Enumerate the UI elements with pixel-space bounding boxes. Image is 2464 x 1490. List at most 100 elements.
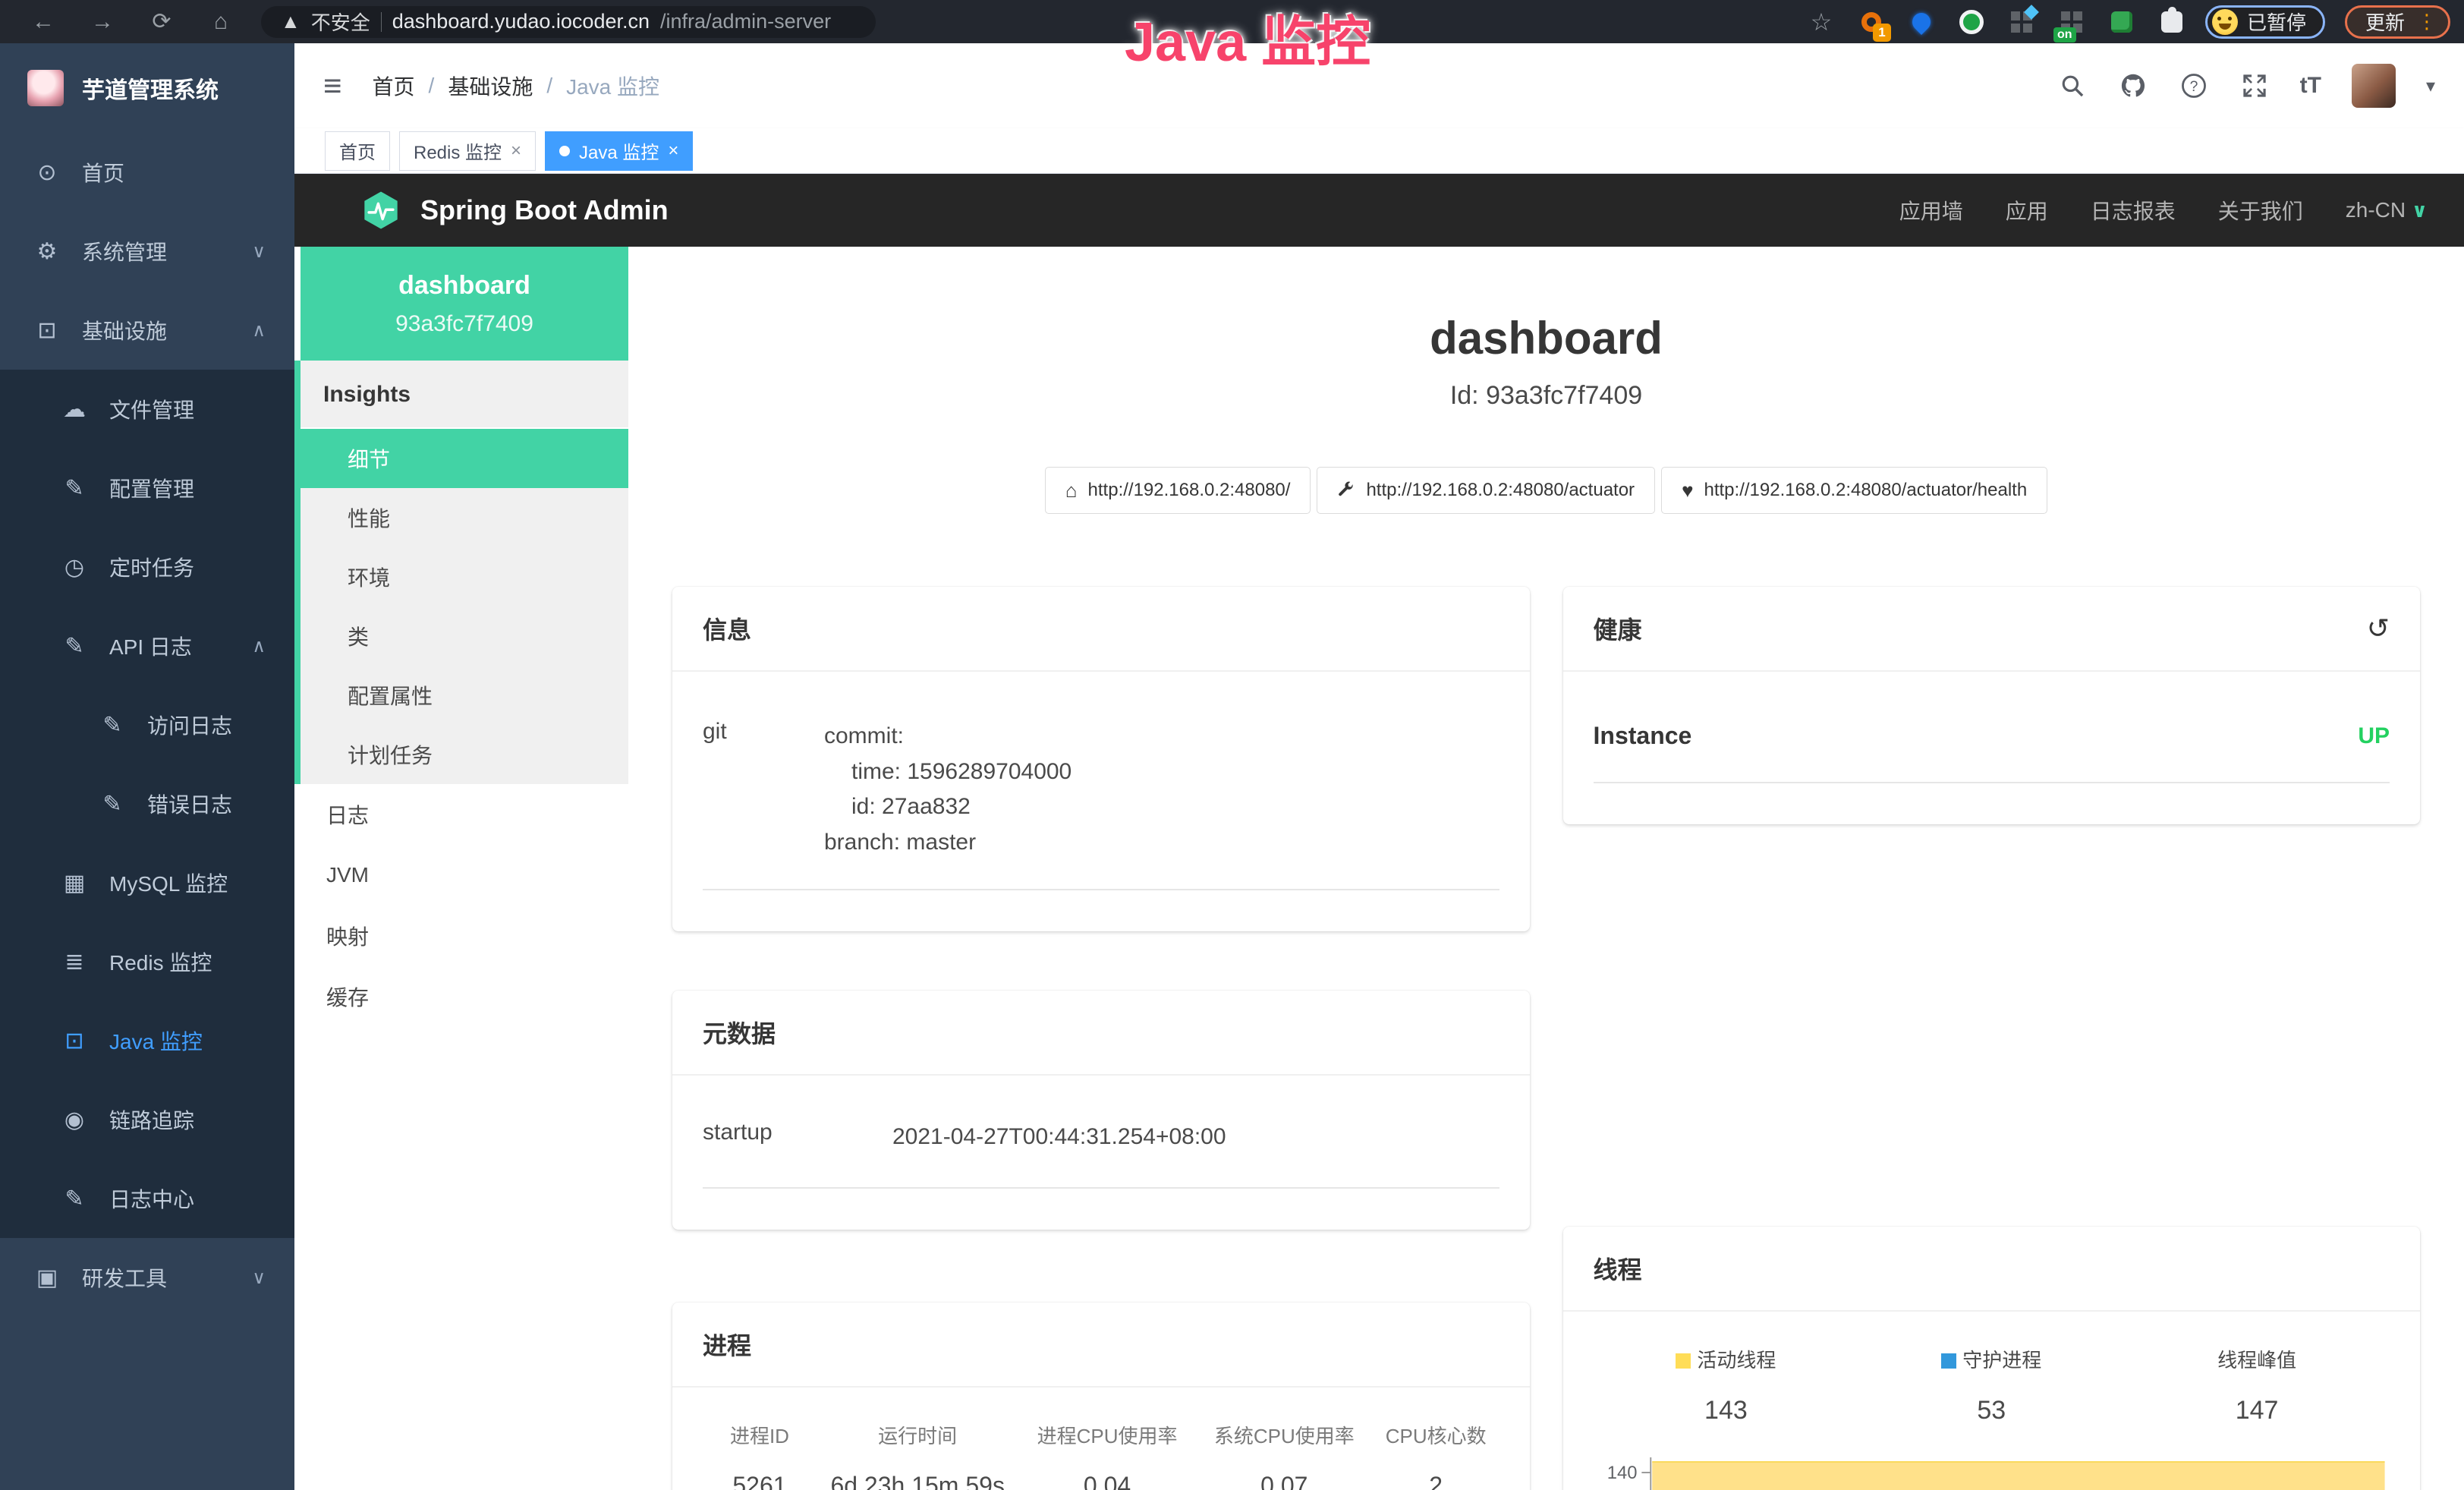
user-avatar[interactable] xyxy=(2352,64,2396,108)
log-icon: ✎ xyxy=(59,1186,90,1212)
sba-nav-applications[interactable]: 应用 xyxy=(2006,195,2048,225)
extension-orange-icon[interactable]: 1 xyxy=(1858,8,1885,36)
extension-green-circle-icon[interactable] xyxy=(1958,8,1985,36)
close-icon[interactable]: × xyxy=(668,140,678,162)
tab-redis-monitor[interactable]: Redis 监控 × xyxy=(399,131,536,171)
update-browser-button[interactable]: 更新 ⋮ xyxy=(2345,5,2450,39)
sidebar-item-java[interactable]: ⊡ Java 监控 xyxy=(0,1001,294,1080)
health-instance-row[interactable]: Instance UP xyxy=(1594,705,2390,783)
forward-icon[interactable]: → xyxy=(73,9,132,35)
sidebar-label: Redis 监控 xyxy=(109,947,212,977)
tab-home[interactable]: 首页 xyxy=(325,131,390,171)
sba-menu-environment[interactable]: 环境 xyxy=(301,547,628,606)
col-process-cpu: 进程CPU使用率 xyxy=(1018,1421,1195,1449)
chevron-up-icon: ∧ xyxy=(252,635,266,657)
instance-id: 93a3fc7f7409 xyxy=(395,311,533,337)
sidebar-label: 基础设施 xyxy=(82,315,167,345)
sidebar-item-trace[interactable]: ◉ 链路追踪 xyxy=(0,1080,294,1159)
extension-sprout-icon[interactable] xyxy=(2108,8,2135,36)
sba-menu-classes[interactable]: 类 xyxy=(301,606,628,666)
legend-blue-square xyxy=(1941,1353,1956,1369)
security-label[interactable]: 不安全 xyxy=(311,8,370,36)
sidebar-item-error-log[interactable]: ✎ 错误日志 xyxy=(0,764,294,843)
sba-menu-scheduled-tasks[interactable]: 计划任务 xyxy=(301,725,628,784)
link-label: http://192.168.0.2:48080/ xyxy=(1088,480,1291,501)
avatar-caret-icon[interactable]: ▾ xyxy=(2426,75,2435,97)
back-icon[interactable]: ← xyxy=(14,9,73,35)
close-icon[interactable]: × xyxy=(511,140,521,162)
sba-nav-language[interactable]: zh-CN ∨ xyxy=(2346,198,2428,222)
sba-menu-jvm[interactable]: JVM xyxy=(301,845,628,906)
dashboard-icon: ⊙ xyxy=(32,159,62,186)
extensions-puzzle-icon[interactable] xyxy=(2158,8,2186,36)
git-id-line: id: 27aa832 xyxy=(824,789,1499,825)
sidebar-item-mysql[interactable]: ▦ MySQL 监控 xyxy=(0,843,294,922)
annotation-java-monitor: Java 监控 xyxy=(1125,0,1370,77)
sba-menu-metrics[interactable]: 性能 xyxy=(301,488,628,547)
extension-switch-icon[interactable]: on xyxy=(2058,8,2085,36)
sba-nav-journal[interactable]: 日志报表 xyxy=(2091,195,2176,225)
sba-menu-caches[interactable]: 缓存 xyxy=(301,966,628,1027)
card-title: 线程 xyxy=(1594,1251,1642,1286)
sidebar-item-dev-tools[interactable]: ▣ 研发工具 ∨ xyxy=(0,1238,294,1317)
sidebar-item-file[interactable]: ☁ 文件管理 xyxy=(0,370,294,449)
breadcrumb-infra[interactable]: 基础设施 xyxy=(448,71,533,101)
sidebar-item-infra[interactable]: ⊡ 基础设施 ∧ xyxy=(0,291,294,370)
sba-brand[interactable]: Spring Boot Admin xyxy=(420,194,669,226)
breadcrumb-home[interactable]: 首页 xyxy=(373,71,415,101)
card-title: 信息 xyxy=(703,611,751,646)
sba-nav-wallboard[interactable]: 应用墙 xyxy=(1899,195,1963,225)
sidebar-item-log-center[interactable]: ✎ 日志中心 xyxy=(0,1159,294,1238)
sba-menu-mappings[interactable]: 映射 xyxy=(301,906,628,966)
instance-links: ⌂ http://192.168.0.2:48080/ http://192.1… xyxy=(628,467,2464,514)
emoji-avatar-icon xyxy=(2212,9,2238,35)
bookmark-star-icon[interactable]: ☆ xyxy=(1808,8,1835,36)
paused-profile-button[interactable]: 已暂停 xyxy=(2205,5,2325,39)
sidebar-item-access-log[interactable]: ✎ 访问日志 xyxy=(0,685,294,764)
on-badge: on xyxy=(2053,27,2076,43)
link-health-url[interactable]: ♥ http://192.168.0.2:48080/actuator/heal… xyxy=(1661,467,2047,514)
hamburger-icon[interactable]: ≡ xyxy=(323,68,342,104)
github-icon[interactable] xyxy=(2118,71,2148,101)
sidebar-label: 配置管理 xyxy=(109,473,194,503)
chevron-up-icon: ∧ xyxy=(252,320,266,342)
app-logo-row[interactable]: 芋道管理系统 xyxy=(0,43,294,133)
log-icon: ✎ xyxy=(97,791,127,817)
sba-menu-config-props[interactable]: 配置属性 xyxy=(301,666,628,725)
sidebar-item-redis[interactable]: ≣ Redis 监控 xyxy=(0,922,294,1001)
sidebar-item-home[interactable]: ⊙ 首页 xyxy=(0,133,294,212)
extension-pin-icon[interactable] xyxy=(1908,8,1935,36)
sba-menu-details[interactable]: 细节 xyxy=(301,429,628,488)
sba-menu-logging[interactable]: 日志 xyxy=(301,784,628,845)
card-title: 元数据 xyxy=(703,1015,776,1050)
link-actuator-url[interactable]: http://192.168.0.2:48080/actuator xyxy=(1317,467,1655,514)
process-card: 进程 进程ID 运行时间 进程CPU使用率 系统CPU使用率 CPU核心数 xyxy=(672,1303,1530,1490)
font-size-icon[interactable]: tT xyxy=(2300,73,2321,99)
legend-yellow-square xyxy=(1676,1353,1691,1369)
address-bar[interactable]: ▲ 不安全 dashboard.yudao.iocoder.cn/infra/a… xyxy=(261,6,876,38)
sidebar-item-system[interactable]: ⚙ 系统管理 ∨ xyxy=(0,212,294,291)
reload-icon[interactable]: ⟳ xyxy=(132,8,191,35)
home-icon[interactable]: ⌂ xyxy=(191,9,250,35)
kebab-menu-icon[interactable]: ⋮ xyxy=(2417,10,2437,33)
sidebar-item-job[interactable]: ◷ 定时任务 xyxy=(0,528,294,606)
link-home-url[interactable]: ⌂ http://192.168.0.2:48080/ xyxy=(1045,467,1311,514)
warning-icon: ▲ xyxy=(281,10,301,33)
history-icon[interactable]: ↺ xyxy=(2367,613,2390,644)
sidebar-label: 首页 xyxy=(82,157,124,187)
col-pid: 进程ID xyxy=(703,1421,817,1449)
tab-java-monitor[interactable]: Java 监控 × xyxy=(545,131,693,171)
search-icon[interactable] xyxy=(2057,71,2088,101)
database-icon: ▦ xyxy=(59,870,90,896)
val-system-cpu: 0.07 xyxy=(1196,1472,1373,1490)
sba-nav-about[interactable]: 关于我们 xyxy=(2218,195,2303,225)
page-title: dashboard xyxy=(628,312,2464,364)
help-icon[interactable]: ? xyxy=(2179,71,2209,101)
sidebar-item-config[interactable]: ✎ 配置管理 xyxy=(0,449,294,528)
extension-grid-icon[interactable] xyxy=(2008,8,2035,36)
layers-icon: ≣ xyxy=(59,949,90,975)
instance-name: dashboard xyxy=(398,271,530,301)
sba-instance-header[interactable]: dashboard 93a3fc7f7409 xyxy=(301,247,628,361)
fullscreen-icon[interactable] xyxy=(2239,71,2270,101)
sidebar-item-api-log[interactable]: ✎ API 日志 ∧ xyxy=(0,606,294,685)
